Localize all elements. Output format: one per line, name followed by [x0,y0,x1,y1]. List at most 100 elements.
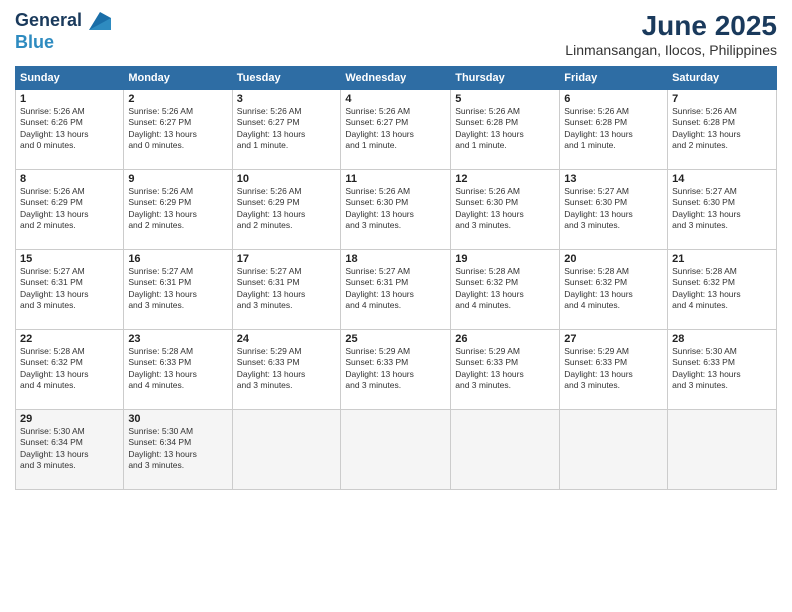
calendar-cell: 28Sunrise: 5:30 AM Sunset: 6:33 PM Dayli… [668,330,777,410]
col-tuesday: Tuesday [232,67,341,90]
col-monday: Monday [124,67,232,90]
calendar-cell: 16Sunrise: 5:27 AM Sunset: 6:31 PM Dayli… [124,250,232,330]
day-number: 30 [128,413,227,425]
day-info: Sunrise: 5:27 AM Sunset: 6:31 PM Dayligh… [128,266,227,312]
day-info: Sunrise: 5:26 AM Sunset: 6:27 PM Dayligh… [345,106,446,152]
day-info: Sunrise: 5:28 AM Sunset: 6:32 PM Dayligh… [20,346,119,392]
calendar-cell: 14Sunrise: 5:27 AM Sunset: 6:30 PM Dayli… [668,170,777,250]
day-number: 20 [564,253,663,265]
logo-line1: General [15,10,82,30]
calendar: Sunday Monday Tuesday Wednesday Thursday… [15,66,777,490]
day-number: 21 [672,253,772,265]
day-info: Sunrise: 5:30 AM Sunset: 6:34 PM Dayligh… [20,426,119,472]
day-info: Sunrise: 5:26 AM Sunset: 6:30 PM Dayligh… [455,186,555,232]
day-info: Sunrise: 5:29 AM Sunset: 6:33 PM Dayligh… [564,346,663,392]
calendar-cell: 24Sunrise: 5:29 AM Sunset: 6:33 PM Dayli… [232,330,341,410]
page-subtitle: Linmansangan, Ilocos, Philippines [565,42,777,58]
calendar-cell: 26Sunrise: 5:29 AM Sunset: 6:33 PM Dayli… [451,330,560,410]
day-number: 5 [455,93,555,105]
day-info: Sunrise: 5:28 AM Sunset: 6:32 PM Dayligh… [455,266,555,312]
day-number: 17 [237,253,337,265]
day-info: Sunrise: 5:28 AM Sunset: 6:32 PM Dayligh… [564,266,663,312]
day-info: Sunrise: 5:26 AM Sunset: 6:27 PM Dayligh… [128,106,227,152]
calendar-cell [668,410,777,490]
calendar-cell: 25Sunrise: 5:29 AM Sunset: 6:33 PM Dayli… [341,330,451,410]
day-number: 28 [672,333,772,345]
calendar-cell: 5Sunrise: 5:26 AM Sunset: 6:28 PM Daylig… [451,90,560,170]
calendar-week-row: 15Sunrise: 5:27 AM Sunset: 6:31 PM Dayli… [16,250,777,330]
calendar-cell: 2Sunrise: 5:26 AM Sunset: 6:27 PM Daylig… [124,90,232,170]
calendar-cell: 27Sunrise: 5:29 AM Sunset: 6:33 PM Dayli… [560,330,668,410]
day-info: Sunrise: 5:28 AM Sunset: 6:32 PM Dayligh… [672,266,772,312]
day-info: Sunrise: 5:26 AM Sunset: 6:27 PM Dayligh… [237,106,337,152]
calendar-header-row: Sunday Monday Tuesday Wednesday Thursday… [16,67,777,90]
day-info: Sunrise: 5:26 AM Sunset: 6:29 PM Dayligh… [237,186,337,232]
day-number: 3 [237,93,337,105]
calendar-cell: 3Sunrise: 5:26 AM Sunset: 6:27 PM Daylig… [232,90,341,170]
calendar-cell: 7Sunrise: 5:26 AM Sunset: 6:28 PM Daylig… [668,90,777,170]
day-number: 18 [345,253,446,265]
calendar-cell: 6Sunrise: 5:26 AM Sunset: 6:28 PM Daylig… [560,90,668,170]
calendar-cell: 21Sunrise: 5:28 AM Sunset: 6:32 PM Dayli… [668,250,777,330]
col-friday: Friday [560,67,668,90]
calendar-cell: 12Sunrise: 5:26 AM Sunset: 6:30 PM Dayli… [451,170,560,250]
day-number: 11 [345,173,446,185]
calendar-cell: 30Sunrise: 5:30 AM Sunset: 6:34 PM Dayli… [124,410,232,490]
calendar-cell [560,410,668,490]
day-number: 14 [672,173,772,185]
day-info: Sunrise: 5:27 AM Sunset: 6:30 PM Dayligh… [564,186,663,232]
day-info: Sunrise: 5:26 AM Sunset: 6:26 PM Dayligh… [20,106,119,152]
day-number: 13 [564,173,663,185]
calendar-cell: 4Sunrise: 5:26 AM Sunset: 6:27 PM Daylig… [341,90,451,170]
day-number: 12 [455,173,555,185]
calendar-cell: 13Sunrise: 5:27 AM Sunset: 6:30 PM Dayli… [560,170,668,250]
day-number: 29 [20,413,119,425]
calendar-week-row: 29Sunrise: 5:30 AM Sunset: 6:34 PM Dayli… [16,410,777,490]
day-number: 9 [128,173,227,185]
calendar-cell: 15Sunrise: 5:27 AM Sunset: 6:31 PM Dayli… [16,250,124,330]
calendar-cell: 9Sunrise: 5:26 AM Sunset: 6:29 PM Daylig… [124,170,232,250]
logo-icon [89,12,111,30]
calendar-cell: 8Sunrise: 5:26 AM Sunset: 6:29 PM Daylig… [16,170,124,250]
calendar-week-row: 8 Sunrise: 5:26 AM Sunset: 6:29 PM Daylig… [16,170,777,250]
title-block: June 2025 Linmansangan, Ilocos, Philippi… [565,10,777,58]
day-info: Sunrise: 5:30 AM Sunset: 6:33 PM Dayligh… [672,346,772,392]
col-wednesday: Wednesday [341,67,451,90]
logo-text: General [15,10,111,32]
day-info: Sunrise: 5:26 AM Sunset: 6:30 PM Dayligh… [345,186,446,232]
day-number: 16 [128,253,227,265]
day-number: 24 [237,333,337,345]
day-info: Sunrise: 5:27 AM Sunset: 6:30 PM Dayligh… [672,186,772,232]
calendar-cell: 23Sunrise: 5:28 AM Sunset: 6:33 PM Dayli… [124,330,232,410]
day-number: 7 [672,93,772,105]
calendar-cell: 19Sunrise: 5:28 AM Sunset: 6:32 PM Dayli… [451,250,560,330]
day-info: Sunrise: 5:28 AM Sunset: 6:33 PM Dayligh… [128,346,227,392]
col-thursday: Thursday [451,67,560,90]
calendar-cell: 18Sunrise: 5:27 AM Sunset: 6:31 PM Dayli… [341,250,451,330]
day-info: Sunrise: 5:27 AM Sunset: 6:31 PM Dayligh… [20,266,119,312]
day-number: 19 [455,253,555,265]
calendar-cell [232,410,341,490]
page-title: June 2025 [565,10,777,42]
day-info: Sunrise: 5:27 AM Sunset: 6:31 PM Dayligh… [237,266,337,312]
calendar-cell [451,410,560,490]
day-info: Sunrise: 5:26 AM Sunset: 6:28 PM Dayligh… [564,106,663,152]
page: General Blue June 2025 Linmansangan, Ilo… [0,0,792,612]
day-number: 26 [455,333,555,345]
day-info: Sunrise: 5:26 AM Sunset: 6:29 PM Dayligh… [128,186,227,232]
day-info: Sunrise: 5:30 AM Sunset: 6:34 PM Dayligh… [128,426,227,472]
calendar-cell: 1Sunrise: 5:26 AM Sunset: 6:26 PM Daylig… [16,90,124,170]
calendar-cell: 20Sunrise: 5:28 AM Sunset: 6:32 PM Dayli… [560,250,668,330]
day-number: 6 [564,93,663,105]
calendar-cell: 17Sunrise: 5:27 AM Sunset: 6:31 PM Dayli… [232,250,341,330]
day-number: 1 [20,93,119,105]
calendar-cell [341,410,451,490]
calendar-cell: 10Sunrise: 5:26 AM Sunset: 6:29 PM Dayli… [232,170,341,250]
day-number: 25 [345,333,446,345]
calendar-cell: 11Sunrise: 5:26 AM Sunset: 6:30 PM Dayli… [341,170,451,250]
day-number: 8 [20,173,119,185]
day-info: Sunrise: 5:29 AM Sunset: 6:33 PM Dayligh… [345,346,446,392]
logo-line2: Blue [15,32,111,54]
calendar-cell: 22Sunrise: 5:28 AM Sunset: 6:32 PM Dayli… [16,330,124,410]
day-number: 2 [128,93,227,105]
